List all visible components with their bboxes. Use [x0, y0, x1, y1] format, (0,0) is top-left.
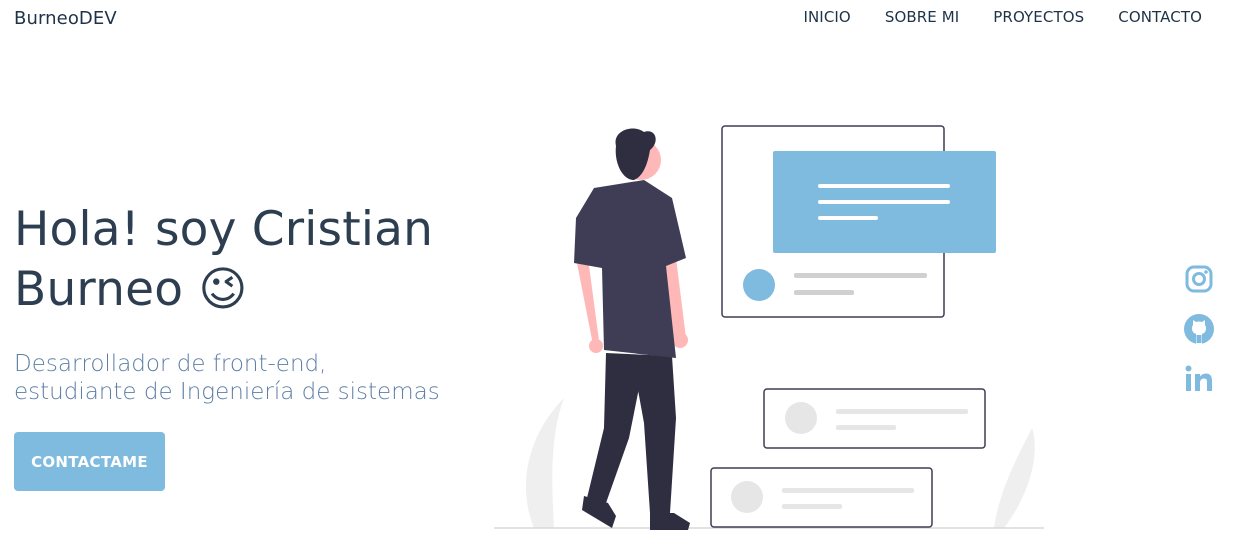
hero-subtitle-line2: estudiante de Ingeniería de sistemas: [14, 379, 440, 405]
nav-item-proyectos[interactable]: PROYECTOS: [993, 8, 1084, 26]
hero-title-line2: Burneo 😉: [14, 262, 248, 317]
navbar: BurneoDEV INICIO SOBRE MI PROYECTOS CONT…: [0, 0, 1238, 36]
nav-item-sobre-mi[interactable]: SOBRE MI: [885, 8, 959, 26]
social-links: [1182, 262, 1216, 412]
hero-subtitle: Desarrollador de front-end, estudiante d…: [14, 350, 494, 406]
brand-logo[interactable]: BurneoDEV: [14, 8, 117, 29]
github-link[interactable]: [1182, 312, 1216, 346]
hero-section: Hola! soy Cristian Burneo 😉 Desarrollado…: [14, 200, 494, 406]
hero-illustration: [494, 118, 1046, 532]
linkedin-icon: [1185, 365, 1212, 391]
nav-links: INICIO SOBRE MI PROYECTOS CONTACTO: [769, 8, 1202, 26]
instagram-link[interactable]: [1182, 262, 1216, 296]
hero-title-line1: Hola! soy Cristian: [14, 202, 434, 257]
person-browsing-cards-illustration: [494, 125, 1044, 530]
nav-item-contacto[interactable]: CONTACTO: [1118, 8, 1202, 26]
hero-title: Hola! soy Cristian Burneo 😉: [14, 200, 494, 320]
contact-button[interactable]: CONTACTAME: [14, 432, 165, 491]
hero-subtitle-line1: Desarrollador de front-end,: [14, 351, 327, 377]
nav-item-inicio[interactable]: INICIO: [803, 8, 850, 26]
linkedin-link[interactable]: [1182, 362, 1216, 396]
github-icon: [1184, 314, 1214, 344]
instagram-icon: [1185, 265, 1213, 293]
